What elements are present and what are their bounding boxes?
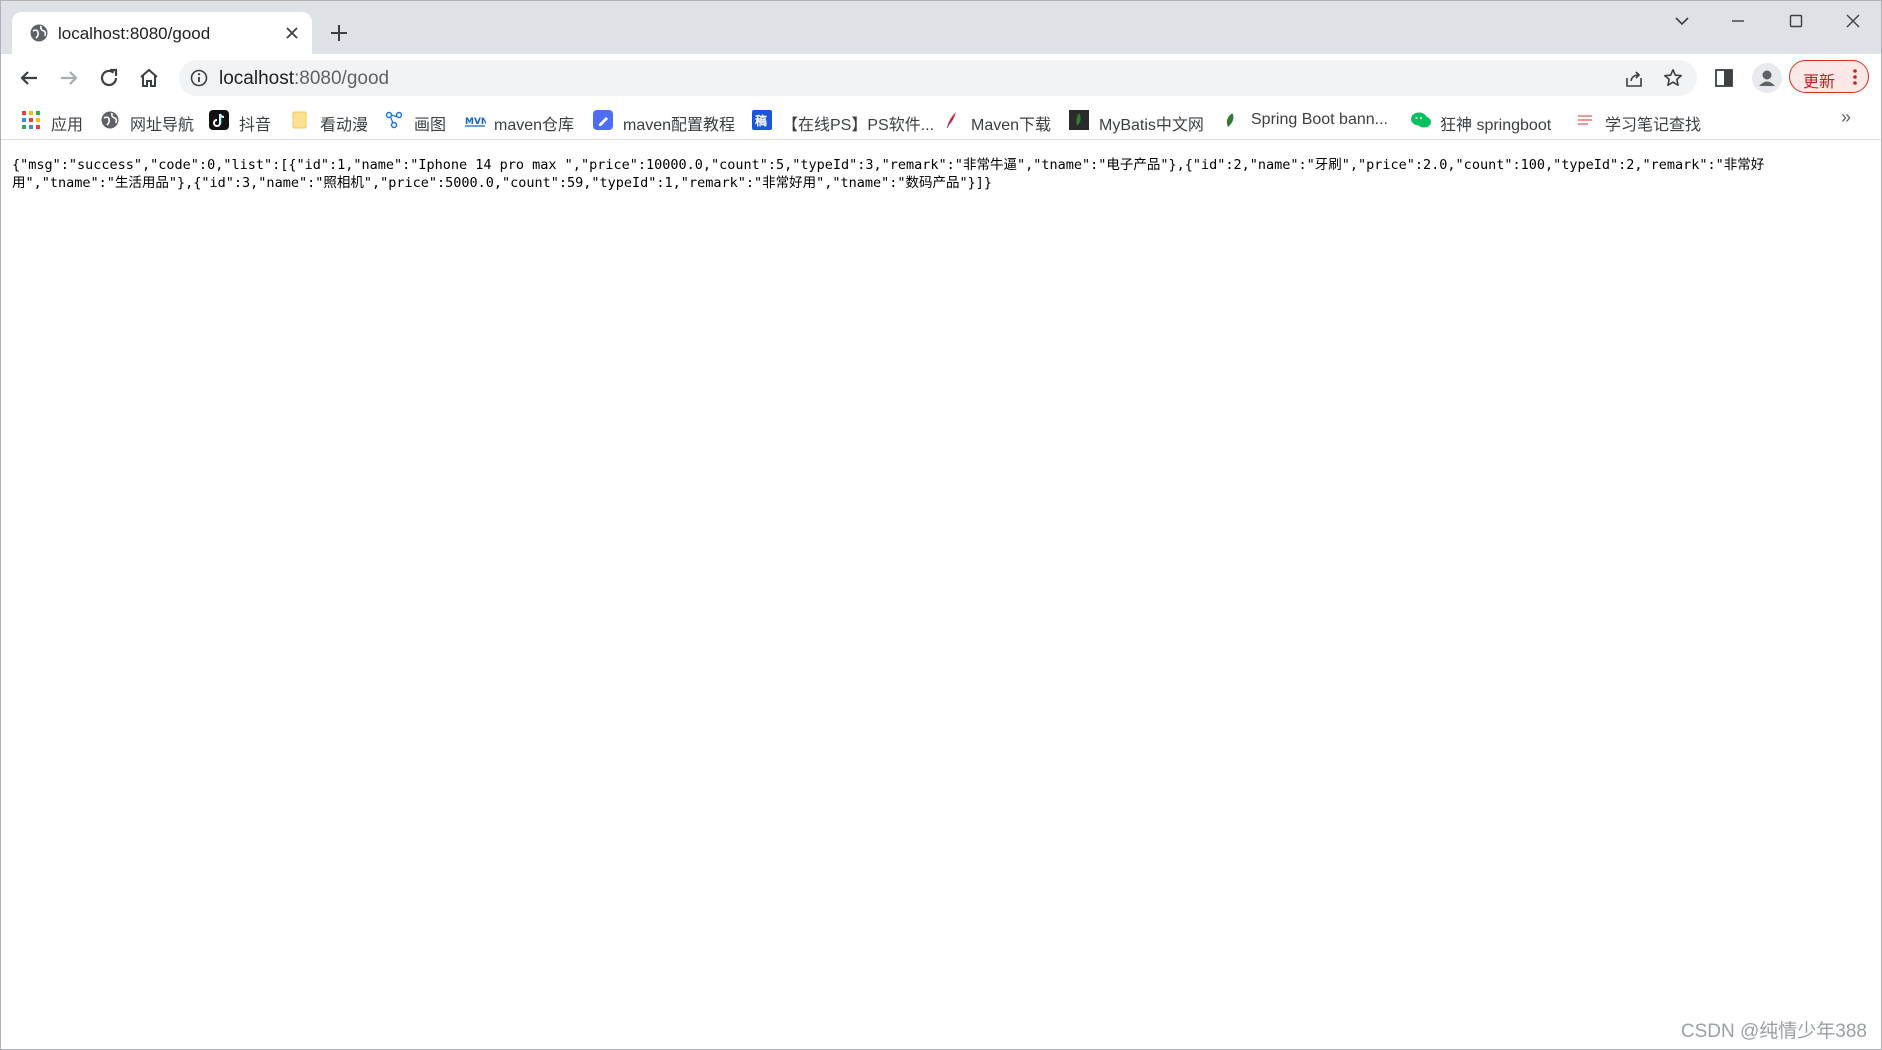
svg-text:稿: 稿 xyxy=(755,113,767,128)
feather-icon xyxy=(941,110,961,130)
maximize-icon[interactable] xyxy=(1777,11,1815,33)
bookmark-label: maven仓库 xyxy=(494,117,575,134)
profile-avatar-icon[interactable] xyxy=(1752,63,1782,93)
home-icon[interactable] xyxy=(135,64,163,92)
site-info-icon[interactable] xyxy=(189,68,209,88)
side-panel-icon[interactable] xyxy=(1713,67,1735,89)
json-response-text: {"msg":"success","code":0,"list":[{"id":… xyxy=(12,157,1765,191)
page-content: {"msg":"success","code":0,"list":[{"id":… xyxy=(1,140,1881,1049)
bookmark-label: 【在线PS】PS软件... xyxy=(782,117,935,134)
bookmark-label: 应用 xyxy=(51,117,84,134)
bookmark-label: 网址导航 xyxy=(130,117,195,134)
bookmark-label: 抖音 xyxy=(239,117,272,134)
url-host: localhost xyxy=(219,68,294,89)
bookmark-star-icon[interactable] xyxy=(1662,67,1684,89)
share-icon[interactable] xyxy=(1623,68,1645,90)
wechat-icon xyxy=(1410,110,1431,130)
bookmarks-bar: 应用 网址导航 抖音 看动漫 画图 MV maven仓库 maven配置教程 稿… xyxy=(1,101,1881,140)
notes-icon xyxy=(1575,110,1595,130)
new-tab-icon[interactable] xyxy=(327,21,351,45)
douyin-icon xyxy=(209,110,229,130)
minimize-icon[interactable] xyxy=(1719,11,1757,33)
reload-icon[interactable] xyxy=(95,64,123,92)
tab-title: localhost:8080/good xyxy=(58,24,211,43)
globe-icon xyxy=(29,23,49,43)
address-bar[interactable]: localhost:8080/good xyxy=(179,60,1697,96)
toolbar: localhost:8080/good 更新 xyxy=(1,54,1881,101)
graph-icon xyxy=(384,110,404,130)
tab-search-icon[interactable] xyxy=(1663,11,1701,33)
tab-strip: localhost:8080/good xyxy=(1,1,1881,54)
forward-icon[interactable] xyxy=(55,64,83,92)
folder-icon xyxy=(290,110,310,130)
bookmark-label: 学习笔记查找 xyxy=(1605,117,1702,134)
doc-icon xyxy=(593,110,613,130)
bookmark-label: 画图 xyxy=(414,117,447,134)
tab-active[interactable]: localhost:8080/good xyxy=(12,12,312,54)
bookmark-label: 看动漫 xyxy=(320,117,369,134)
mybatis-icon xyxy=(1069,110,1089,130)
update-button[interactable]: 更新 xyxy=(1789,60,1869,93)
url-text[interactable]: localhost:8080/good xyxy=(219,68,389,90)
globe-icon xyxy=(100,110,120,130)
ps-icon: 稿 xyxy=(752,110,772,130)
back-icon[interactable] xyxy=(15,64,43,92)
bookmark-label: maven配置教程 xyxy=(623,117,736,134)
url-path: :8080/good xyxy=(294,68,390,89)
leaf-icon xyxy=(1221,110,1241,130)
bookmark-label: Maven下载 xyxy=(971,117,1052,134)
apps-grid-icon xyxy=(21,110,41,130)
mvn-icon: MVN xyxy=(464,110,488,130)
browser-window: localhost:8080/good localhost:8080/good … xyxy=(0,0,1882,1050)
close-tab-icon[interactable] xyxy=(282,23,302,43)
more-menu-icon[interactable] xyxy=(1847,67,1863,87)
close-window-icon[interactable] xyxy=(1834,11,1872,33)
bookmark-label: Spring Boot bann... xyxy=(1251,111,1388,128)
update-label: 更新 xyxy=(1803,74,1836,91)
more-bookmarks-icon[interactable]: » xyxy=(1841,107,1851,128)
bookmark-label: MyBatis中文网 xyxy=(1099,117,1204,134)
watermark: CSDN @纯情少年388 xyxy=(1680,1021,1867,1042)
bookmark-label: 狂神 springboot xyxy=(1440,117,1552,134)
